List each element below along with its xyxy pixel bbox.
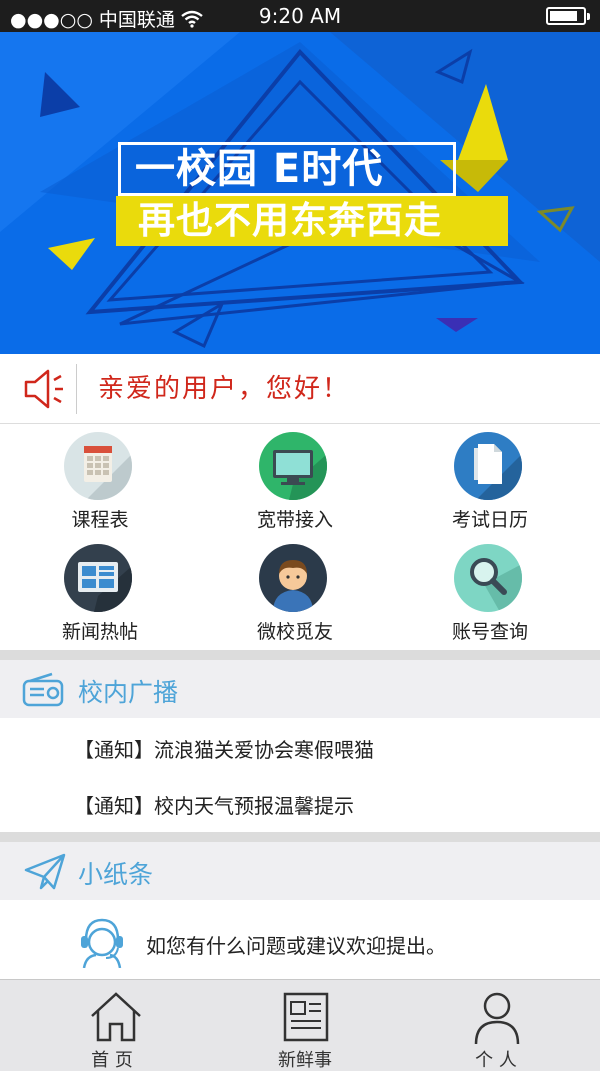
divider: [76, 364, 77, 414]
section-divider: [0, 832, 600, 842]
feature-label: 账号查询: [451, 621, 528, 643]
feature-broadband[interactable]: 宽带接入: [195, 425, 395, 537]
notes-title: 小纸条: [78, 860, 154, 889]
customer-service-icon: [81, 918, 123, 968]
magnifier-icon: [454, 544, 522, 612]
banner-headline: 一校园 E时代: [118, 142, 456, 196]
feature-label: 课程表: [71, 509, 129, 531]
person-icon: [259, 544, 327, 612]
calendar-icon: [64, 432, 132, 500]
battery-fill: [550, 11, 578, 21]
feature-grid: 课程表 宽带接入 考试日历 新闻热帖 微校觅友 账号查询: [0, 425, 600, 649]
notes-header[interactable]: 小纸条: [0, 842, 600, 900]
status-time: 9:20 AM: [258, 4, 342, 28]
monitor-icon: [259, 432, 327, 500]
newspaper-icon: [64, 544, 132, 612]
hero-banner[interactable]: 一校园 E时代 再也不用东奔西走: [0, 32, 600, 354]
document-icon: [454, 432, 522, 500]
feature-find-friends[interactable]: 微校觅友: [195, 537, 395, 649]
notes-tip[interactable]: 如您有什么问题或建议欢迎提出。: [146, 930, 446, 959]
feature-news[interactable]: 新闻热帖: [0, 537, 200, 649]
tab-label: 个 人: [475, 1050, 517, 1071]
tab-label: 首 页: [91, 1050, 133, 1071]
tab-news[interactable]: 新鲜事: [205, 980, 405, 1072]
broadcast-title: 校内广播: [78, 678, 179, 707]
tab-profile[interactable]: 个 人: [396, 980, 596, 1072]
broadcast-item[interactable]: 【通知】校内天气预报温馨提示: [74, 790, 354, 819]
feature-label: 考试日历: [451, 509, 528, 531]
bottom-tab-bar: 首 页 新鲜事 个 人: [0, 979, 600, 1071]
feature-label: 新闻热帖: [61, 621, 138, 643]
broadcast-header[interactable]: 校内广播: [0, 660, 600, 718]
battery-icon: [546, 7, 590, 25]
tab-home[interactable]: 首 页: [12, 980, 212, 1072]
greeting-notice: 亲爱的用户，您好！: [0, 354, 600, 424]
news-icon: [283, 992, 329, 1042]
tab-label: 新鲜事: [278, 1050, 332, 1071]
status-bar: ●●●○○ 中国联通 9:20 AM: [0, 0, 600, 32]
broadcast-item[interactable]: 【通知】流浪猫关爱协会寒假喂猫: [74, 734, 374, 763]
banner-subheadline: 再也不用东奔西走: [116, 196, 508, 246]
speaker-icon: [24, 369, 63, 409]
section-divider: [0, 650, 600, 660]
feature-label: 宽带接入: [256, 509, 333, 531]
feature-exam-calendar[interactable]: 考试日历: [390, 425, 590, 537]
user-icon: [474, 992, 520, 1045]
feature-account-lookup[interactable]: 账号查询: [390, 537, 590, 649]
radio-icon: [22, 672, 64, 707]
greeting-text: 亲爱的用户，您好！: [98, 374, 351, 404]
home-icon: [91, 992, 141, 1042]
feature-course-schedule[interactable]: 课程表: [0, 425, 200, 537]
paper-plane-icon: [24, 853, 66, 890]
feature-label: 微校觅友: [256, 621, 333, 643]
